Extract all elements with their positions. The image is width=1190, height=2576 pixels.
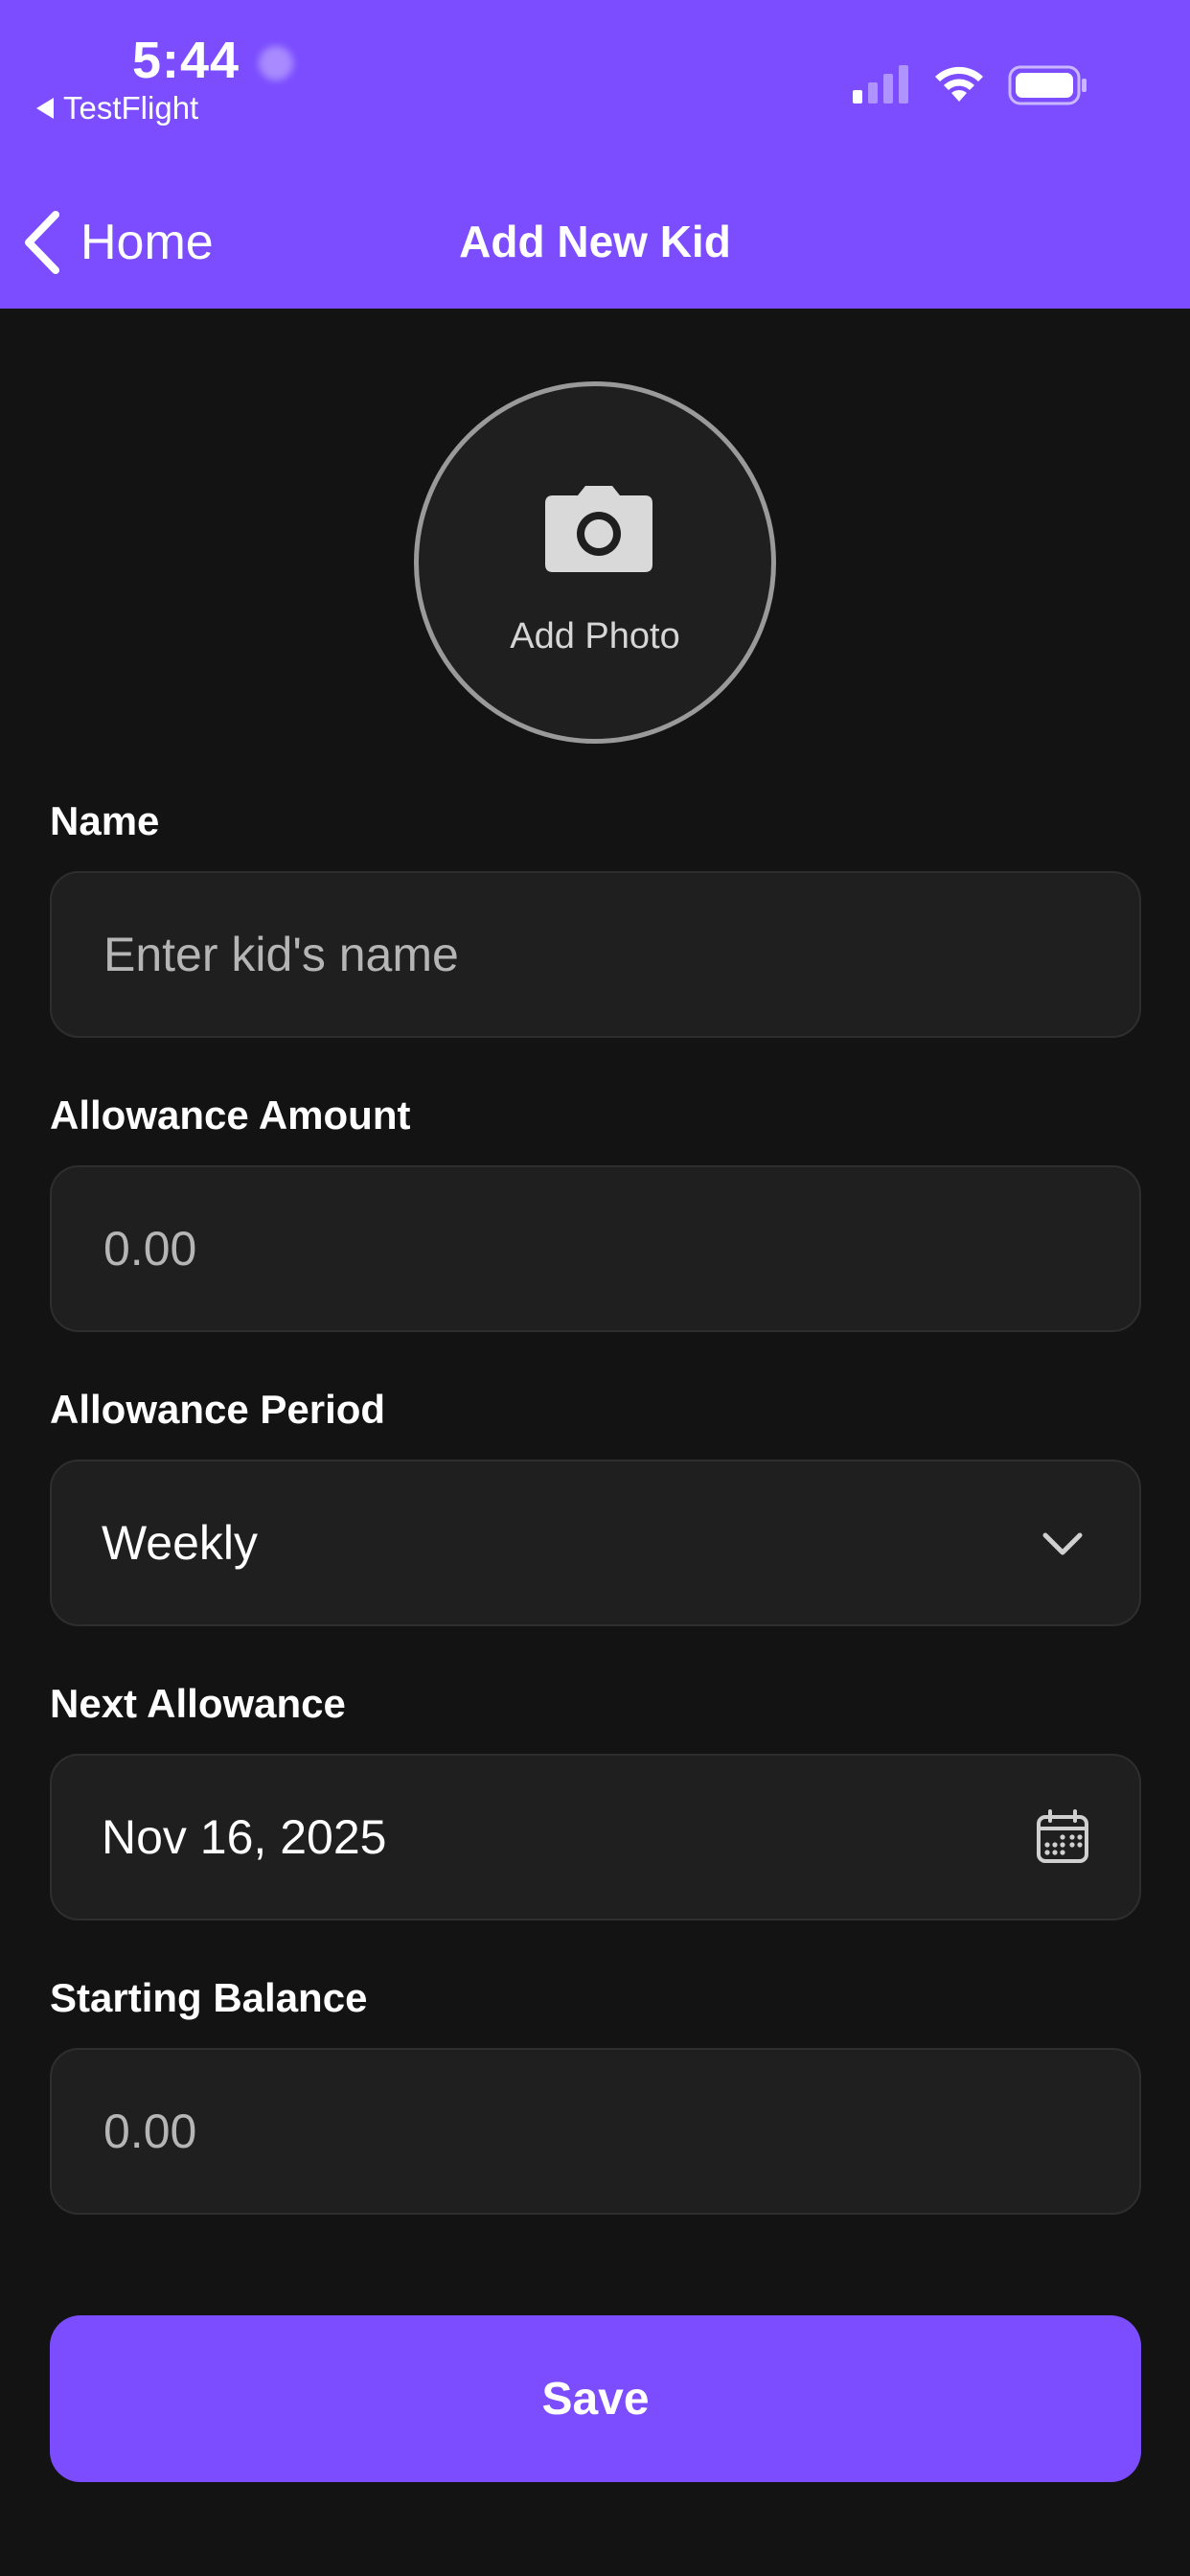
battery-icon <box>1008 65 1087 105</box>
starting-balance-input[interactable] <box>102 2050 964 2213</box>
allowance-amount-label: Allowance Amount <box>50 1092 411 1138</box>
allowance-period-label: Allowance Period <box>50 1387 386 1432</box>
add-photo-button[interactable]: Add Photo <box>414 381 776 744</box>
next-allowance-date-picker[interactable]: Nov 16, 2025 <box>50 1754 1141 1920</box>
wifi-icon <box>935 66 983 102</box>
allowance-period-value: Weekly <box>102 1516 259 1570</box>
allowance-amount-input[interactable] <box>102 1167 964 1330</box>
status-back-to-app[interactable]: TestFlight <box>36 90 198 126</box>
camera-icon <box>545 486 652 572</box>
starting-balance-field[interactable] <box>50 2048 1141 2215</box>
name-field[interactable] <box>50 871 1141 1038</box>
allowance-amount-field[interactable] <box>50 1165 1141 1332</box>
status-back-app-label: TestFlight <box>63 90 199 126</box>
allowance-period-select[interactable]: Weekly <box>50 1460 1141 1626</box>
page-title: Add New Kid <box>459 217 731 266</box>
name-label: Name <box>50 798 160 843</box>
header: 5:44 TestFlight Home Add New Kid <box>0 0 1190 309</box>
chevron-down-icon <box>1042 1532 1083 1555</box>
add-photo-label: Add Photo <box>510 616 680 656</box>
back-triangle-icon <box>36 98 54 119</box>
save-button[interactable]: Save <box>50 2315 1141 2482</box>
status-time: 5:44 <box>132 32 240 89</box>
status-indicator-icon <box>259 46 293 80</box>
next-allowance-value: Nov 16, 2025 <box>102 1810 387 1864</box>
next-allowance-label: Next Allowance <box>50 1681 346 1726</box>
cellular-signal-icon <box>853 65 908 104</box>
starting-balance-label: Starting Balance <box>50 1975 368 2020</box>
calendar-icon <box>1037 1809 1088 1863</box>
name-input[interactable] <box>102 873 964 1036</box>
